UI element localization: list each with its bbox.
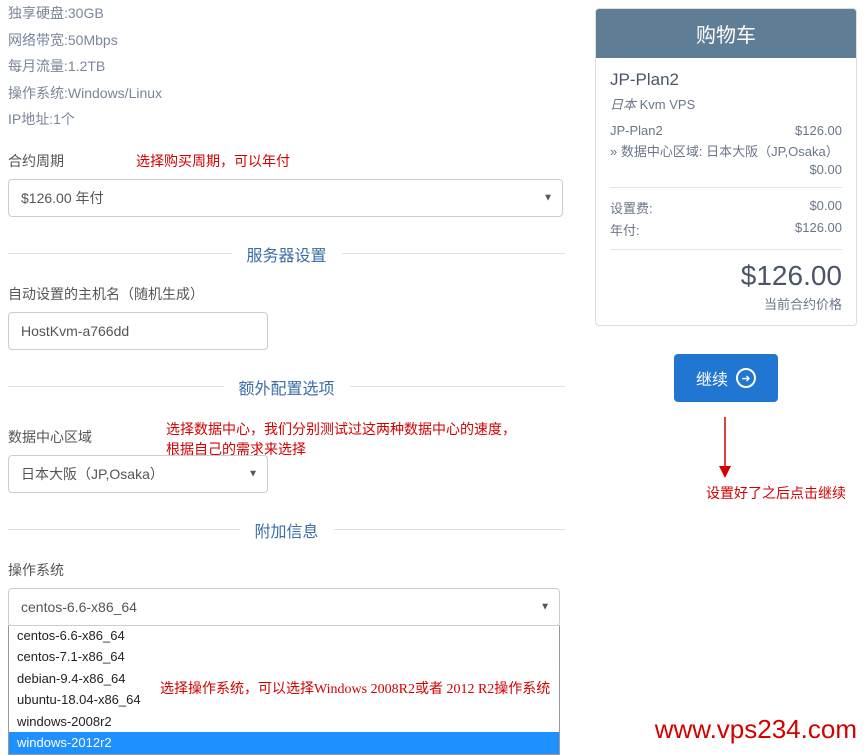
cart-plan-sub: 日本 Kvm VPS [610,94,842,113]
os-option[interactable]: windows-2008r2 [9,711,559,733]
annotation-dc: 选择数据中心，我们分别测试过这两种数据中心的速度， 根据自己的需求来选择 [166,419,516,459]
arrow-annotation-icon [715,417,867,490]
cart-dc-line: » 数据中心区域: 日本大阪（JP,Osaka） [610,141,842,160]
annotation-os: 选择操作系统，可以选择Windows 2008R2或者 2012 R2操作系统 [160,678,550,698]
spec-os: 操作系统:Windows/Linux [8,80,565,107]
section-server-settings: 服务器设置 [8,242,565,266]
cart-plan-name: JP-Plan2 [610,70,842,90]
os-option[interactable]: centos-7.1-x86_64 [9,646,559,668]
os-select[interactable]: centos-6.6-x86_64 [8,588,560,626]
annotation-continue: 设置好了之后点击继续 [645,483,867,503]
section-additional: 附加信息 [8,518,565,542]
section-extra-config: 额外配置选项 [8,375,565,399]
cart-total-label: 当前合约价格 [610,294,842,313]
spec-ip: IP地址:1个 [8,106,565,133]
hostname-label: 自动设置的主机名（随机生成） [8,284,565,304]
hostname-input[interactable] [8,312,268,350]
cart-setup: 设置费: $0.00 [610,198,842,217]
cart-box: 购物车 JP-Plan2 日本 Kvm VPS JP-Plan2 $126.00… [595,8,857,326]
cart-title: 购物车 [596,9,856,58]
billing-select[interactable]: $126.00 年付 [8,179,563,217]
continue-button[interactable]: 继续 ➜ [674,354,778,402]
cart-dc-price: $0.00 [610,162,842,177]
os-option[interactable]: centos-6.6-x86_64 [9,625,559,647]
spec-bandwidth: 网络带宽:50Mbps [8,27,565,54]
spec-traffic: 每月流量:1.2TB [8,53,565,80]
cart-total: $126.00 [610,260,842,292]
datacenter-select[interactable]: 日本大阪（JP,Osaka） [8,455,268,493]
spec-disk: 独享硬盘:30GB [8,0,565,27]
watermark: www.vps234.com [655,714,857,745]
os-label: 操作系统 [8,560,565,580]
spec-list: 独享硬盘:30GB 网络带宽:50Mbps 每月流量:1.2TB 操作系统:Wi… [8,0,565,133]
cart-yearly: 年付: $126.00 [610,220,842,239]
arrow-right-icon: ➜ [736,368,756,388]
os-option[interactable]: windows-2012r2 [9,732,559,754]
cart-line-item: JP-Plan2 $126.00 [610,123,842,138]
annotation-billing: 选择购买周期，可以年付 [136,151,290,171]
